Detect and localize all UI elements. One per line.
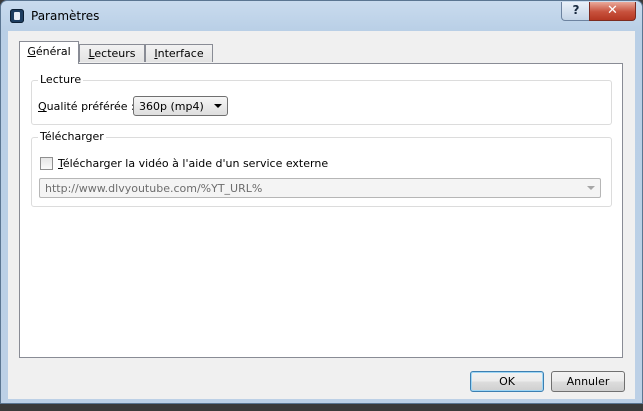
- tab-panel-general: Lecture Qualité préférée : 360p (mp4) Té…: [19, 63, 623, 358]
- quality-select[interactable]: 360p (mp4): [133, 96, 228, 116]
- external-service-label-text: élécharger la vidéo à l'aide d'un servic…: [62, 157, 329, 170]
- dropdown-arrow-icon: [587, 186, 595, 190]
- help-button[interactable]: ?: [561, 2, 591, 21]
- tab-interface-label: nterface: [157, 47, 204, 60]
- external-service-label[interactable]: Télécharger la vidéo à l'aide d'un servi…: [58, 157, 328, 170]
- external-service-url-value: http://www.dlvyoutube.com/%YT_URL%: [45, 182, 263, 195]
- external-service-checkbox[interactable]: [40, 157, 53, 170]
- quality-label: Qualité préférée :: [38, 100, 135, 113]
- title-bar[interactable]: Paramètres ? ✕: [1, 1, 642, 29]
- dropdown-arrow-icon: [214, 104, 222, 108]
- quality-select-value: 360p (mp4): [139, 100, 204, 113]
- close-button[interactable]: ✕: [589, 2, 636, 21]
- tab-general-mnemonic: G: [27, 45, 36, 58]
- tab-interface[interactable]: Interface: [145, 44, 213, 62]
- cancel-button[interactable]: Annuler: [551, 371, 625, 392]
- dialog-client-area: Général Lecteurs Interface Lecture Quali…: [8, 31, 635, 399]
- tab-general[interactable]: Général: [19, 41, 79, 64]
- tab-lecteurs-label: ecteurs: [94, 47, 136, 60]
- tab-general-label: énéral: [35, 45, 71, 58]
- quality-label-mnemonic: Q: [38, 100, 47, 113]
- settings-dialog: Paramètres ? ✕ Général Lecteurs Interfac…: [0, 0, 643, 404]
- external-service-url-field: http://www.dlvyoutube.com/%YT_URL%: [39, 178, 601, 198]
- window-title: Paramètres: [31, 9, 100, 23]
- ok-button[interactable]: OK: [470, 371, 544, 392]
- app-icon: [10, 9, 24, 23]
- tab-lecteurs[interactable]: Lecteurs: [79, 44, 145, 62]
- groupbox-lecture-title: Lecture: [38, 73, 84, 86]
- groupbox-telecharger-title: Télécharger: [38, 130, 106, 143]
- quality-label-text: ualité préférée :: [46, 100, 135, 113]
- groupbox-lecture: Lecture Qualité préférée : 360p (mp4): [31, 73, 612, 125]
- groupbox-telecharger: Télécharger Télécharger la vidéo à l'aid…: [31, 130, 612, 207]
